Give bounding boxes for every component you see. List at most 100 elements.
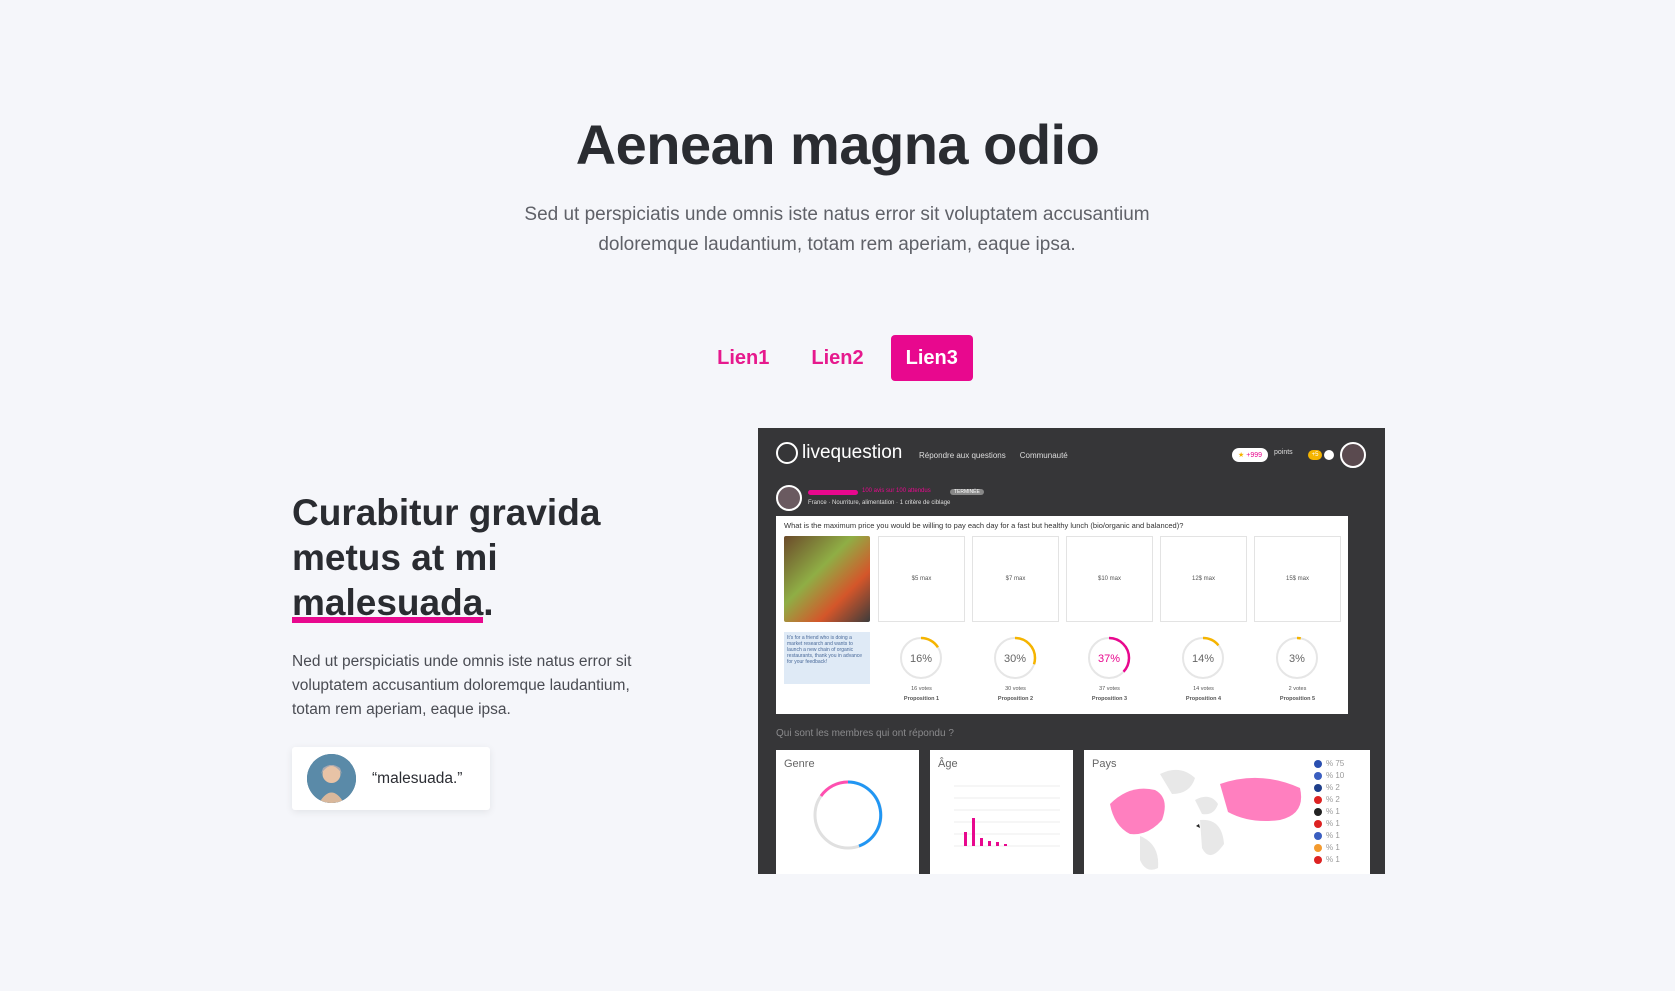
notif-badge: +5 xyxy=(1308,450,1322,460)
mock-nav: Répondre aux questions Communauté xyxy=(919,451,1068,460)
ring-percent: 3% xyxy=(1289,653,1305,665)
proposition-name: Proposition 2 xyxy=(997,696,1034,702)
feature-title-end: . xyxy=(483,582,494,623)
age-bar-chart xyxy=(954,785,1060,847)
option-label: $10 max xyxy=(1097,576,1121,582)
flag-icon xyxy=(1314,795,1322,804)
country-stat: % 1 xyxy=(1314,854,1344,866)
flag-icon xyxy=(1314,819,1322,828)
proposition-name: Proposition 1 xyxy=(903,696,940,702)
option-card[interactable]: $5 max xyxy=(878,536,965,622)
points-label: points xyxy=(1274,449,1293,456)
vote-count: 30 votes Proposition 2 xyxy=(972,684,1059,704)
vote-count-value: 37 votes xyxy=(1099,686,1120,692)
user-avatar[interactable] xyxy=(1340,442,1366,468)
quote-text: “malesuada.” xyxy=(372,769,463,787)
country-stat-value: % 2 xyxy=(1326,783,1340,792)
hero-subtitle: Sed ut perspiciatis unde omnis iste natu… xyxy=(524,204,1150,255)
country-stat-value: % 10 xyxy=(1326,771,1345,780)
option-card[interactable]: 15$ max xyxy=(1254,536,1341,622)
country-stat-value: % 75 xyxy=(1326,759,1345,768)
question-panel: What is the maximum price you would be w… xyxy=(776,516,1348,714)
world-map xyxy=(1110,769,1302,870)
author-avatar xyxy=(776,485,802,511)
proposition-name: Proposition 5 xyxy=(1279,696,1316,702)
vote-count-value: 16 votes xyxy=(911,686,932,692)
feature-title-text: Curabitur gravida metus at mi xyxy=(292,492,601,578)
flag-icon xyxy=(1314,807,1322,816)
vote-count: 37 votes Proposition 3 xyxy=(1066,684,1153,704)
country-stat-value: % 1 xyxy=(1326,831,1340,840)
progress-text: 100 avis sur 100 attendus xyxy=(862,488,931,494)
vote-count: 16 votes Proposition 1 xyxy=(878,684,965,704)
question-text: What is the maximum price you would be w… xyxy=(784,521,1184,530)
dashboard-mockup: livequestion Répondre aux questions Comm… xyxy=(758,428,1385,874)
flag-icon xyxy=(1314,843,1322,852)
gender-donut xyxy=(813,780,883,850)
option-card[interactable]: $10 max xyxy=(1066,536,1153,622)
box-title: Genre xyxy=(784,758,815,770)
nav-answer[interactable]: Répondre aux questions xyxy=(919,451,1006,460)
vote-count-value: 2 votes xyxy=(1288,686,1307,692)
country-stat-value: % 1 xyxy=(1326,855,1340,864)
ring-percent: 37% xyxy=(1098,653,1120,665)
star-icon: ★ xyxy=(1238,452,1245,459)
result-ring: 3% xyxy=(1275,636,1319,680)
box-title: Âge xyxy=(938,758,958,770)
country-stat-value: % 1 xyxy=(1326,843,1340,852)
option-label: $5 max xyxy=(911,576,932,582)
tab-lien3[interactable]: Lien3 xyxy=(890,335,973,381)
flag-icon xyxy=(1314,855,1322,864)
country-box: Pays % 75 % 10 % 2 % 2 % 1 % 1 % 1 % 1 %… xyxy=(1084,750,1370,874)
country-stat: % 1 xyxy=(1314,842,1344,854)
tab-lien1[interactable]: Lien1 xyxy=(702,335,784,381)
country-stat: % 1 xyxy=(1314,830,1344,842)
status-badge: TERMINÉE xyxy=(950,489,984,495)
result-ring: 37% xyxy=(1087,636,1131,680)
flag-icon xyxy=(1314,771,1322,780)
option-card[interactable]: $7 max xyxy=(972,536,1059,622)
gender-box: Genre xyxy=(776,750,919,874)
option-label: 15$ max xyxy=(1285,576,1309,582)
question-meta: France · Nourriture, alimentation · 1 cr… xyxy=(808,500,951,506)
option-label: 12$ max xyxy=(1191,576,1215,582)
country-stat-value: % 1 xyxy=(1326,819,1340,828)
age-box: Âge xyxy=(930,750,1073,874)
members-question: Qui sont les membres qui ont répondu ? xyxy=(776,728,954,739)
country-stat: % 1 xyxy=(1314,806,1344,818)
vote-count-value: 14 votes xyxy=(1193,686,1214,692)
plus-icon[interactable] xyxy=(1324,450,1334,460)
feature-title-highlight: malesuada xyxy=(292,582,484,623)
vote-count: 2 votes Proposition 5 xyxy=(1254,684,1341,704)
ring-percent: 30% xyxy=(1004,653,1026,665)
country-stat: % 1 xyxy=(1314,818,1344,830)
quote-card: “malesuada.” xyxy=(292,747,490,810)
country-stat: % 10 xyxy=(1314,770,1344,782)
vote-count-value: 30 votes xyxy=(1005,686,1026,692)
tab-bar: Lien1 Lien2 Lien3 xyxy=(0,335,1675,381)
nav-community[interactable]: Communauté xyxy=(1020,451,1068,460)
flag-icon xyxy=(1314,831,1322,840)
food-image xyxy=(784,536,870,622)
option-card[interactable]: 12$ max xyxy=(1160,536,1247,622)
result-ring: 14% xyxy=(1181,636,1225,680)
ring-percent: 16% xyxy=(910,653,932,665)
country-stat-value: % 1 xyxy=(1326,807,1340,816)
vote-count: 14 votes Proposition 4 xyxy=(1160,684,1247,704)
brand-name: livequestion xyxy=(802,442,903,463)
avatar xyxy=(307,754,356,803)
ring-percent: 14% xyxy=(1192,653,1214,665)
progress-bar xyxy=(808,490,858,495)
points-badge: ★ +999 xyxy=(1232,448,1269,462)
question-note: It's for a friend who is doing a market … xyxy=(784,632,870,684)
feature-title: Curabitur gravida metus at mi malesuada. xyxy=(292,490,692,625)
feature-paragraph: Ned ut perspiciatis unde omnis iste natu… xyxy=(292,653,632,718)
smiley-icon xyxy=(776,442,798,464)
country-stat: % 2 xyxy=(1314,782,1344,794)
tab-lien2[interactable]: Lien2 xyxy=(796,335,878,381)
country-stat: % 75 xyxy=(1314,758,1344,770)
points-badge-value: +999 xyxy=(1246,451,1263,459)
proposition-name: Proposition 3 xyxy=(1091,696,1128,702)
flag-icon xyxy=(1314,759,1322,768)
country-list: % 75 % 10 % 2 % 2 % 1 % 1 % 1 % 1 % 1 xyxy=(1314,758,1344,866)
